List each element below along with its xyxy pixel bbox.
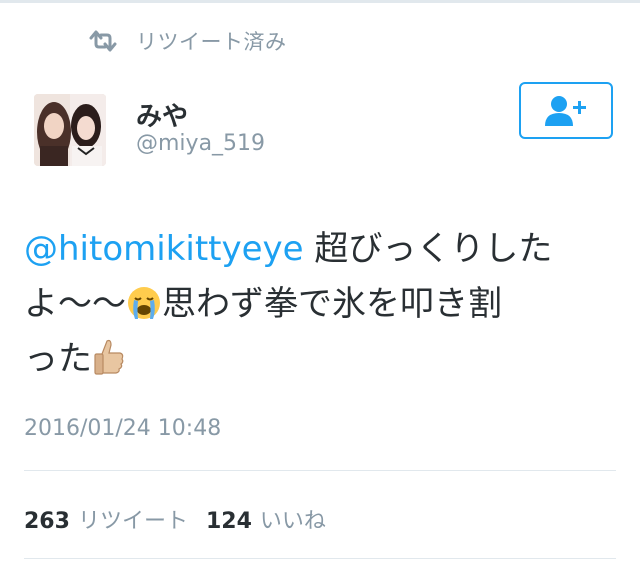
user-handle[interactable]: @miya_519: [136, 131, 265, 156]
follow-button[interactable]: [519, 82, 613, 139]
avatar[interactable]: [34, 94, 106, 166]
retweet-context: リツイート済み: [88, 26, 287, 56]
follow-user-plus-icon: [545, 95, 586, 126]
retweet-count[interactable]: 263: [24, 509, 70, 534]
tweet-text-part: 超びっくりした: [303, 229, 553, 269]
retweet-icon: [89, 30, 117, 52]
tweet-text: @hitomikittyeye 超びっくりした よ～～ 思わず拳で氷を叩き割 っ…: [24, 222, 620, 387]
thumbs-up-emoji: [94, 339, 124, 375]
engagement-stats: 263 リツイート 124 いいね: [24, 503, 344, 535]
avatar-photo: [34, 94, 106, 166]
divider: [24, 470, 616, 471]
divider: [24, 558, 616, 559]
retweet-count-label[interactable]: リツイート: [78, 503, 188, 535]
tweet-timestamp[interactable]: 2016/01/24 10:48: [24, 416, 221, 441]
loudly-crying-face-emoji: [128, 287, 160, 319]
like-count[interactable]: 124: [206, 509, 252, 534]
tweet-text-part: った: [24, 339, 92, 379]
retweet-label: リツイート済み: [136, 30, 287, 54]
top-divider: [0, 0, 640, 3]
display-name[interactable]: みや: [136, 96, 188, 133]
tweet-text-part: よ～～: [24, 284, 126, 324]
like-count-label[interactable]: いいね: [260, 503, 326, 535]
tweet-text-part: 思わず拳で氷を叩き割: [162, 284, 502, 324]
mention-link[interactable]: @hitomikittyeye: [24, 229, 304, 269]
